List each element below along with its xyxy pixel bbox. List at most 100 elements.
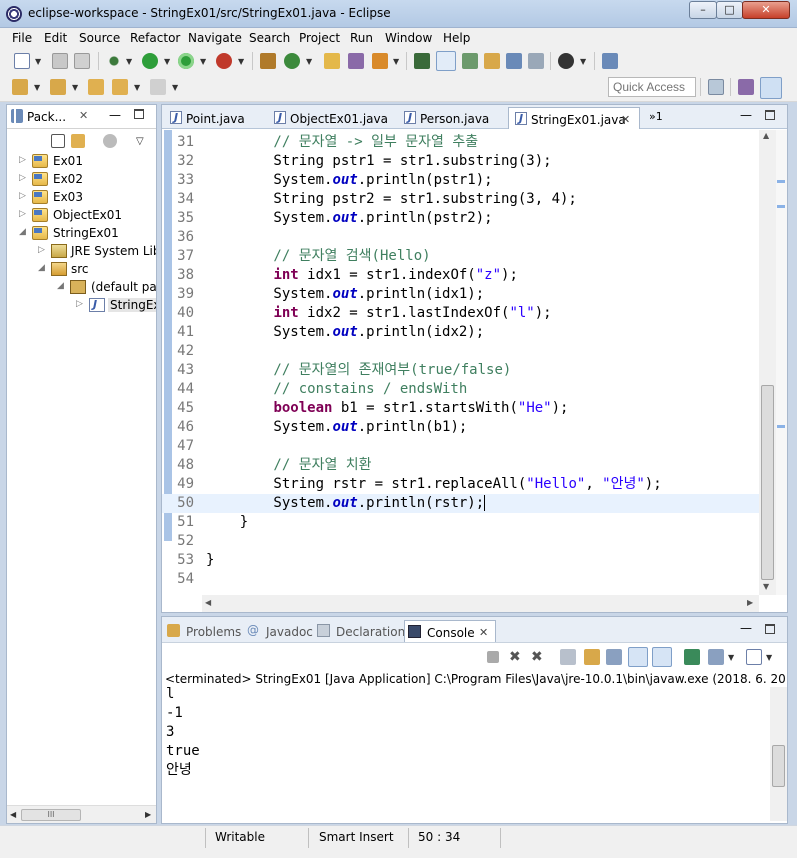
tab-javadoc[interactable]: @ Javadoc xyxy=(244,620,314,642)
previous-edit-icon[interactable] xyxy=(50,79,66,95)
scroll-thumb[interactable]: III xyxy=(21,809,81,821)
code-line[interactable]: 43 // 문자열의 존재여부(true/false) xyxy=(162,361,759,380)
show-on-stdout-icon[interactable] xyxy=(628,647,648,667)
horizontal-scrollbar[interactable]: ◀ III ▶ xyxy=(7,805,156,823)
display-console-dropdown-icon[interactable]: ▼ xyxy=(728,653,734,662)
close-icon[interactable]: ✕ xyxy=(479,626,488,639)
collapse-icon[interactable]: ◢ xyxy=(57,281,64,291)
expand-icon[interactable]: ▷ xyxy=(19,173,26,183)
user-icon[interactable] xyxy=(558,53,574,69)
back-icon[interactable] xyxy=(112,79,128,95)
code-line[interactable]: 49 String rstr = str1.replaceAll("Hello"… xyxy=(162,475,759,494)
scroll-down-icon[interactable]: ▼ xyxy=(763,582,769,591)
code-line[interactable]: 46 System.out.println(b1); xyxy=(162,418,759,437)
last-edit-location-icon[interactable] xyxy=(88,79,104,95)
code-line[interactable]: 37 // 문자열 검색(Hello) xyxy=(162,247,759,266)
scroll-left-icon[interactable]: ◀ xyxy=(10,810,16,819)
debug-perspective-icon[interactable] xyxy=(738,79,754,95)
menu-search[interactable]: Search xyxy=(249,31,290,45)
code-line[interactable]: 34 String pstr2 = str1.substring(3, 4); xyxy=(162,190,759,209)
annotation-marker[interactable] xyxy=(777,425,785,428)
maximize-view-icon[interactable] xyxy=(134,109,144,119)
minimize-button[interactable]: – xyxy=(689,1,717,19)
code-line[interactable]: 53} xyxy=(162,551,759,570)
collapse-icon[interactable]: ◢ xyxy=(19,227,26,237)
quick-access-input[interactable] xyxy=(608,77,696,97)
tab-declaration[interactable]: Declaration xyxy=(314,620,405,642)
show-whitespace-icon[interactable] xyxy=(528,53,544,69)
coverage-dropdown-icon[interactable]: ▼ xyxy=(200,57,206,66)
vertical-scrollbar[interactable]: ▲ ▼ xyxy=(759,130,776,595)
tab-stringex01-java[interactable]: StringEx01.java ✕ xyxy=(508,107,640,129)
code-line[interactable]: 48 // 문자열 치환 xyxy=(162,456,759,475)
code-line[interactable]: 51 } xyxy=(162,513,759,532)
tree-item[interactable]: ▷ Ex03 xyxy=(7,188,156,206)
maximize-view-icon[interactable] xyxy=(765,110,775,120)
menu-project[interactable]: Project xyxy=(299,31,340,45)
collapse-icon[interactable]: ◢ xyxy=(38,263,45,273)
display-console-icon[interactable] xyxy=(708,649,724,665)
expand-icon[interactable]: ▷ xyxy=(76,299,83,309)
tree-item[interactable]: ▷ Ex02 xyxy=(7,170,156,188)
close-button[interactable]: ✕ xyxy=(742,1,790,19)
tab-problems[interactable]: Problems xyxy=(164,620,241,642)
menu-help[interactable]: Help xyxy=(443,31,470,45)
new-dropdown-icon[interactable]: ▼ xyxy=(35,57,41,66)
scroll-left-icon[interactable]: ◀ xyxy=(205,598,211,607)
next-annotation-icon[interactable] xyxy=(484,53,500,69)
new-package-icon[interactable] xyxy=(260,53,276,69)
menu-run[interactable]: Run xyxy=(350,31,373,45)
show-on-stderr-icon[interactable] xyxy=(652,647,672,667)
tree-item[interactable]: ▷ StringEx xyxy=(7,296,156,314)
tree-item[interactable]: ▷ ObjectEx01 xyxy=(7,206,156,224)
minimize-view-icon[interactable]: — xyxy=(740,621,752,635)
menu-source[interactable]: Source xyxy=(79,31,120,45)
code-line[interactable]: 40 int idx2 = str1.lastIndexOf("l"); xyxy=(162,304,759,323)
annotation-marker[interactable] xyxy=(777,180,785,183)
maximize-view-icon[interactable] xyxy=(765,624,775,634)
menu-navigate[interactable]: Navigate xyxy=(188,31,242,45)
scroll-thumb[interactable] xyxy=(772,745,785,787)
code-line[interactable]: 31 // 문자열 -> 일부 문자열 추출 xyxy=(162,133,759,152)
tab-console[interactable]: Console ✕ xyxy=(404,620,496,642)
scroll-thumb[interactable] xyxy=(761,385,774,580)
terminate-icon[interactable] xyxy=(487,651,499,663)
run-dropdown-icon[interactable]: ▼ xyxy=(164,57,170,66)
forward-icon[interactable] xyxy=(150,79,166,95)
scroll-right-icon[interactable]: ▶ xyxy=(747,598,753,607)
console-output[interactable]: l -1 3 true 안녕 xyxy=(166,685,766,780)
code-line[interactable]: 41 System.out.println(idx2); xyxy=(162,323,759,342)
focus-icon[interactable] xyxy=(103,134,117,148)
code-line[interactable]: 33 System.out.println(pstr1); xyxy=(162,171,759,190)
block-selection-icon[interactable] xyxy=(462,53,478,69)
open-type-icon[interactable] xyxy=(324,53,340,69)
code-line[interactable]: 54 xyxy=(162,570,759,589)
minimize-view-icon[interactable]: — xyxy=(109,108,121,122)
code-line[interactable]: 39 System.out.println(idx1); xyxy=(162,285,759,304)
tree-item[interactable]: ▷ JRE System Lib xyxy=(7,242,156,260)
minimize-view-icon[interactable]: — xyxy=(740,108,752,122)
code-line[interactable]: 50 System.out.println(rstr); xyxy=(162,494,759,513)
code-text-area[interactable]: 31 // 문자열 -> 일부 문자열 추출 32 String pstr1 = … xyxy=(162,130,787,595)
toggle-mark-occurrences-icon[interactable] xyxy=(414,53,430,69)
search-dropdown-icon[interactable]: ▼ xyxy=(393,57,399,66)
tree-item[interactable]: ◢ src xyxy=(7,260,156,278)
annotation-marker[interactable] xyxy=(777,205,785,208)
save-all-icon[interactable] xyxy=(74,53,90,69)
java-perspective-icon[interactable] xyxy=(760,77,782,99)
tree-item[interactable]: ◢ (default pac xyxy=(7,278,156,296)
code-line[interactable]: 47 xyxy=(162,437,759,456)
tree-item[interactable]: ◢ StringEx01 xyxy=(7,224,156,242)
vertical-scrollbar[interactable] xyxy=(770,687,787,821)
remove-all-launches-icon[interactable]: ✖ xyxy=(531,649,547,665)
code-line[interactable]: 44 // constains / endsWith xyxy=(162,380,759,399)
expand-icon[interactable]: ▷ xyxy=(38,245,45,255)
word-wrap-icon[interactable] xyxy=(606,649,622,665)
menu-file[interactable]: File xyxy=(12,31,32,45)
new-class-icon[interactable] xyxy=(284,53,300,69)
back-dropdown-icon[interactable]: ▼ xyxy=(134,83,140,92)
overview-ruler[interactable] xyxy=(776,130,787,595)
link-with-editor-icon[interactable] xyxy=(71,134,85,148)
code-line[interactable]: 32 String pstr1 = str1.substring(3); xyxy=(162,152,759,171)
code-line[interactable]: 36 xyxy=(162,228,759,247)
